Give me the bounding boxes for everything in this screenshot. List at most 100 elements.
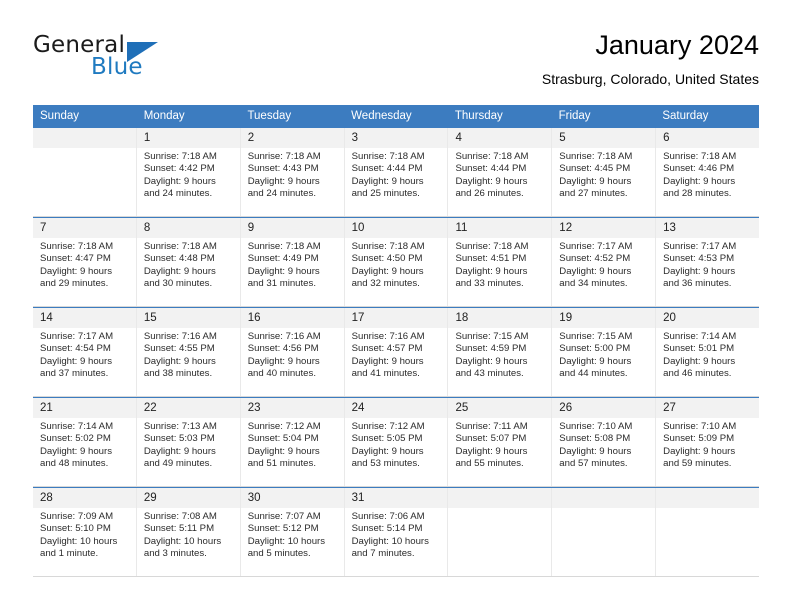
daylight-duration-line2: and 26 minutes. bbox=[455, 188, 524, 200]
calendar-day-cell[interactable]: 15 Sunrise: 7:16 AM Sunset: 4:55 PM Dayligh… bbox=[136, 308, 241, 396]
day-number bbox=[33, 128, 136, 148]
calendar-day-cell[interactable]: 6 Sunrise: 7:18 AM Sunset: 4:46 PM Daylight… bbox=[656, 128, 760, 216]
day-number: 3 bbox=[344, 128, 448, 148]
calendar-day-cell[interactable]: 23 Sunrise: 7:12 AM Sunset: 5:04 PM Dayligh… bbox=[240, 398, 345, 486]
day-number: 2 bbox=[240, 128, 344, 148]
calendar-day-cell[interactable]: 29 Sunrise: 7:08 AM Sunset: 5:11 PM Dayligh… bbox=[136, 488, 241, 576]
day-sun-info: Sunrise: 7:14 AM Sunset: 5:02 PM Daylight:… bbox=[33, 418, 136, 475]
sunrise-time: Sunrise: 7:12 AM bbox=[247, 421, 321, 432]
day-number: 5 bbox=[552, 128, 656, 148]
day-sun-info: Sunrise: 7:18 AM Sunset: 4:44 PM Daylight:… bbox=[345, 148, 448, 205]
sunset-time: Sunset: 5:04 PM bbox=[247, 433, 319, 445]
calendar-day-cell[interactable]: 25 Sunrise: 7:11 AM Sunset: 5:07 PM Dayligh… bbox=[448, 398, 553, 486]
daylight-duration-line2: and 27 minutes. bbox=[559, 188, 628, 200]
calendar-day-cell[interactable]: 12 Sunrise: 7:17 AM Sunset: 4:52 PM Dayligh… bbox=[552, 218, 657, 306]
daylight-duration-line2: and 49 minutes. bbox=[143, 458, 213, 470]
calendar-day-cell[interactable]: 27 Sunrise: 7:10 AM Sunset: 5:09 PM Dayligh… bbox=[656, 398, 760, 486]
calendar-day-cell[interactable]: 17 Sunrise: 7:16 AM Sunset: 4:57 PM Dayligh… bbox=[344, 308, 449, 396]
day-sun-info: Sunrise: 7:16 AM Sunset: 4:57 PM Daylight:… bbox=[345, 328, 448, 385]
calendar-day-cell[interactable]: 7 Sunrise: 7:18 AM Sunset: 4:47 PM Daylight… bbox=[33, 218, 137, 306]
sunset-time: Sunset: 4:45 PM bbox=[559, 163, 631, 175]
sunrise-time: Sunrise: 7:16 AM bbox=[143, 331, 217, 342]
sunrise-time: Sunrise: 7:12 AM bbox=[351, 421, 425, 432]
sunset-time: Sunset: 4:55 PM bbox=[143, 343, 215, 355]
daylight-duration-line1: Daylight: 10 hours bbox=[40, 535, 118, 547]
sunset-time: Sunset: 4:47 PM bbox=[40, 253, 111, 265]
day-number: 11 bbox=[448, 218, 552, 238]
calendar-day-cell[interactable]: 28 Sunrise: 7:09 AM Sunset: 5:10 PM Dayligh… bbox=[33, 488, 137, 576]
daylight-duration-line2: and 57 minutes. bbox=[559, 458, 628, 470]
calendar-day-cell[interactable]: 2 Sunrise: 7:18 AM Sunset: 4:43 PM Daylight… bbox=[240, 128, 345, 216]
calendar-day-cell[interactable]: 20 Sunrise: 7:14 AM Sunset: 5:01 PM Dayligh… bbox=[656, 308, 760, 396]
calendar-weeks: 1 Sunrise: 7:18 AM Sunset: 4:42 PM Daylight… bbox=[33, 128, 760, 577]
daylight-duration-line1: Daylight: 9 hours bbox=[559, 175, 632, 187]
sunrise-time: Sunrise: 7:18 AM bbox=[663, 151, 737, 162]
sunset-time: Sunset: 4:49 PM bbox=[247, 253, 319, 265]
daylight-duration-line2: and 44 minutes. bbox=[559, 368, 628, 380]
calendar-day-cell[interactable]: 18 Sunrise: 7:15 AM Sunset: 4:59 PM Dayligh… bbox=[448, 308, 553, 396]
calendar-day-cell[interactable]: 13 Sunrise: 7:17 AM Sunset: 4:53 PM Dayligh… bbox=[656, 218, 760, 306]
sunset-time: Sunset: 4:43 PM bbox=[247, 163, 319, 175]
day-number: 10 bbox=[344, 218, 448, 238]
sunset-time: Sunset: 4:59 PM bbox=[455, 343, 527, 355]
sunset-time: Sunset: 4:44 PM bbox=[455, 163, 527, 175]
calendar-grid: Sunday Monday Tuesday Wednesday Thursday Frid… bbox=[33, 105, 760, 577]
calendar-day-cell-empty bbox=[448, 488, 553, 576]
day-number bbox=[552, 488, 656, 508]
day-number: 14 bbox=[33, 308, 136, 328]
sunrise-time: Sunrise: 7:18 AM bbox=[351, 241, 425, 252]
calendar-day-cell[interactable]: 1 Sunrise: 7:18 AM Sunset: 4:42 PM Daylight… bbox=[136, 128, 241, 216]
calendar-day-cell[interactable]: 22 Sunrise: 7:13 AM Sunset: 5:03 PM Dayligh… bbox=[136, 398, 241, 486]
calendar-day-cell[interactable]: 16 Sunrise: 7:16 AM Sunset: 4:56 PM Dayligh… bbox=[240, 308, 345, 396]
daylight-duration-line1: Daylight: 9 hours bbox=[663, 445, 736, 457]
sunrise-time: Sunrise: 7:16 AM bbox=[247, 331, 321, 342]
weekday-header-wednesday: Wednesday bbox=[351, 110, 412, 122]
calendar-day-cell[interactable]: 31 Sunrise: 7:06 AM Sunset: 5:14 PM Dayligh… bbox=[344, 488, 449, 576]
day-number: 16 bbox=[240, 308, 344, 328]
daylight-duration-line2: and 24 minutes. bbox=[143, 188, 213, 200]
calendar-day-cell[interactable]: 4 Sunrise: 7:18 AM Sunset: 4:44 PM Daylight… bbox=[448, 128, 553, 216]
weekday-header-tuesday: Tuesday bbox=[247, 110, 292, 122]
calendar-day-cell[interactable]: 10 Sunrise: 7:18 AM Sunset: 4:50 PM Dayligh… bbox=[344, 218, 449, 306]
calendar-day-cell[interactable]: 9 Sunrise: 7:18 AM Sunset: 4:49 PM Daylight… bbox=[240, 218, 345, 306]
daylight-duration-line1: Daylight: 9 hours bbox=[455, 445, 528, 457]
page-header: General Blue January 2024 Strasburg, Col… bbox=[33, 28, 759, 98]
sunrise-time: Sunrise: 7:10 AM bbox=[559, 421, 633, 432]
calendar-day-cell[interactable]: 11 Sunrise: 7:18 AM Sunset: 4:51 PM Dayligh… bbox=[448, 218, 553, 306]
sunrise-time: Sunrise: 7:18 AM bbox=[351, 151, 425, 162]
day-sun-info: Sunrise: 7:16 AM Sunset: 4:55 PM Daylight:… bbox=[137, 328, 240, 385]
day-sun-info: Sunrise: 7:12 AM Sunset: 5:05 PM Daylight:… bbox=[345, 418, 448, 475]
calendar-day-cell[interactable]: 14 Sunrise: 7:17 AM Sunset: 4:54 PM Dayligh… bbox=[33, 308, 137, 396]
sunrise-time: Sunrise: 7:09 AM bbox=[40, 511, 114, 522]
sunset-time: Sunset: 4:53 PM bbox=[663, 253, 735, 265]
daylight-duration-line1: Daylight: 10 hours bbox=[247, 535, 326, 547]
page-title: January 2024 bbox=[595, 30, 759, 60]
calendar-day-cell[interactable]: 8 Sunrise: 7:18 AM Sunset: 4:48 PM Daylight… bbox=[136, 218, 241, 306]
calendar-day-cell[interactable]: 3 Sunrise: 7:18 AM Sunset: 4:44 PM Daylight… bbox=[344, 128, 449, 216]
calendar-day-cell[interactable]: 21 Sunrise: 7:14 AM Sunset: 5:02 PM Dayligh… bbox=[33, 398, 137, 486]
brand-logo: General Blue bbox=[33, 32, 193, 88]
sunset-time: Sunset: 4:42 PM bbox=[143, 163, 215, 175]
day-sun-info: Sunrise: 7:10 AM Sunset: 5:08 PM Daylight:… bbox=[552, 418, 655, 475]
calendar-week-row: 28 Sunrise: 7:09 AM Sunset: 5:10 PM Dayligh… bbox=[33, 487, 760, 577]
sunset-time: Sunset: 5:00 PM bbox=[559, 343, 631, 355]
page-subtitle: Strasburg, Colorado, United States bbox=[541, 71, 759, 87]
calendar-page: General Blue January 2024 Strasburg, Col… bbox=[0, 0, 792, 612]
daylight-duration-line1: Daylight: 9 hours bbox=[247, 265, 320, 277]
calendar-day-cell[interactable]: 26 Sunrise: 7:10 AM Sunset: 5:08 PM Dayligh… bbox=[552, 398, 657, 486]
day-number: 4 bbox=[448, 128, 552, 148]
calendar-day-cell[interactable]: 24 Sunrise: 7:12 AM Sunset: 5:05 PM Dayligh… bbox=[344, 398, 449, 486]
daylight-duration-line2: and 38 minutes. bbox=[143, 368, 213, 380]
calendar-day-cell[interactable]: 19 Sunrise: 7:15 AM Sunset: 5:00 PM Dayligh… bbox=[552, 308, 657, 396]
day-sun-info: Sunrise: 7:18 AM Sunset: 4:48 PM Daylight:… bbox=[137, 238, 240, 295]
day-sun-info: Sunrise: 7:18 AM Sunset: 4:42 PM Daylight:… bbox=[137, 148, 240, 205]
day-number: 22 bbox=[136, 398, 240, 418]
sunset-time: Sunset: 4:54 PM bbox=[40, 343, 111, 355]
sunset-time: Sunset: 4:48 PM bbox=[143, 253, 215, 265]
daylight-duration-line1: Daylight: 10 hours bbox=[143, 535, 222, 547]
day-number: 28 bbox=[33, 488, 136, 508]
weekday-header-sunday: Sunday bbox=[40, 110, 80, 122]
calendar-day-cell[interactable]: 30 Sunrise: 7:07 AM Sunset: 5:12 PM Dayligh… bbox=[240, 488, 345, 576]
day-number: 25 bbox=[448, 398, 552, 418]
calendar-day-cell[interactable]: 5 Sunrise: 7:18 AM Sunset: 4:45 PM Daylight… bbox=[552, 128, 657, 216]
